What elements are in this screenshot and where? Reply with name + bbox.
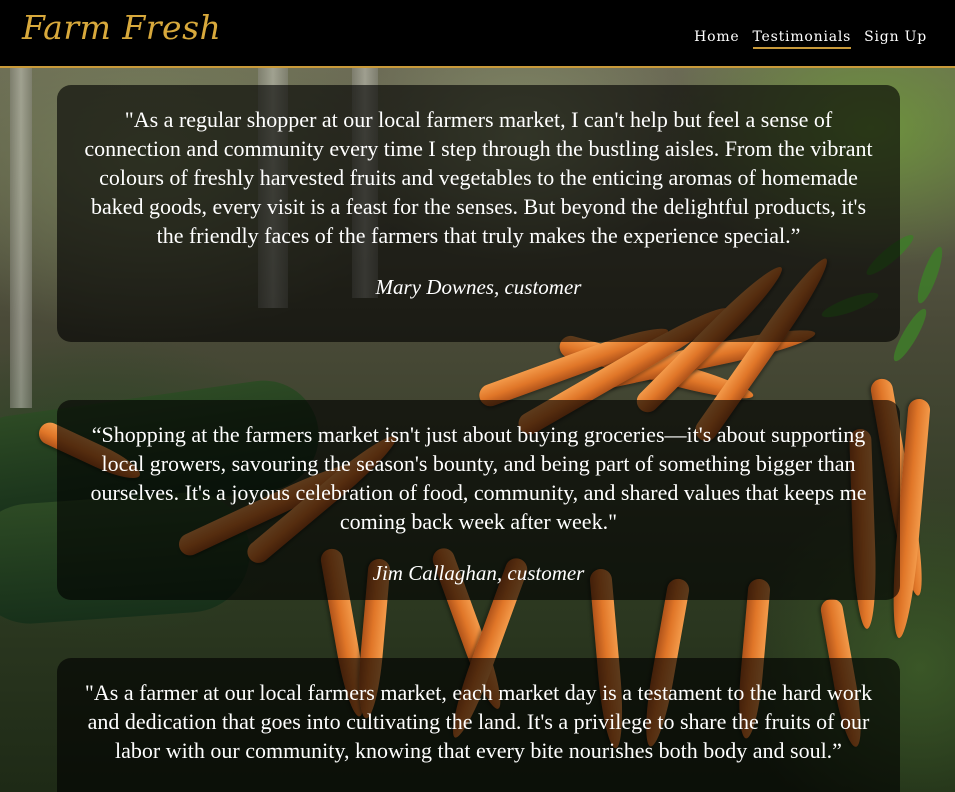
site-header: Farm Fresh Home Testimonials Sign Up bbox=[0, 0, 955, 68]
nav-signup-link[interactable]: Sign Up bbox=[864, 29, 927, 49]
testimonial-card: "As a farmer at our local farmers market… bbox=[57, 658, 900, 792]
testimonial-card: “Shopping at the farmers market isn't ju… bbox=[57, 400, 900, 600]
testimonial-quote: "As a regular shopper at our local farme… bbox=[84, 107, 873, 248]
testimonial-quote: "As a farmer at our local farmers market… bbox=[84, 680, 873, 763]
nav-testimonials-link[interactable]: Testimonials bbox=[752, 29, 852, 49]
site-logo[interactable]: Farm Fresh bbox=[22, 8, 221, 47]
testimonial-quote: “Shopping at the farmers market isn't ju… bbox=[90, 422, 867, 534]
nav-home-link[interactable]: Home bbox=[694, 29, 739, 49]
main-nav: Home Testimonials Sign Up bbox=[694, 29, 927, 49]
testimonial-author: Jim Callaghan, customer bbox=[372, 561, 585, 585]
testimonial-card: "As a regular shopper at our local farme… bbox=[57, 85, 900, 342]
testimonial-author: Mary Downes, customer bbox=[375, 275, 582, 299]
